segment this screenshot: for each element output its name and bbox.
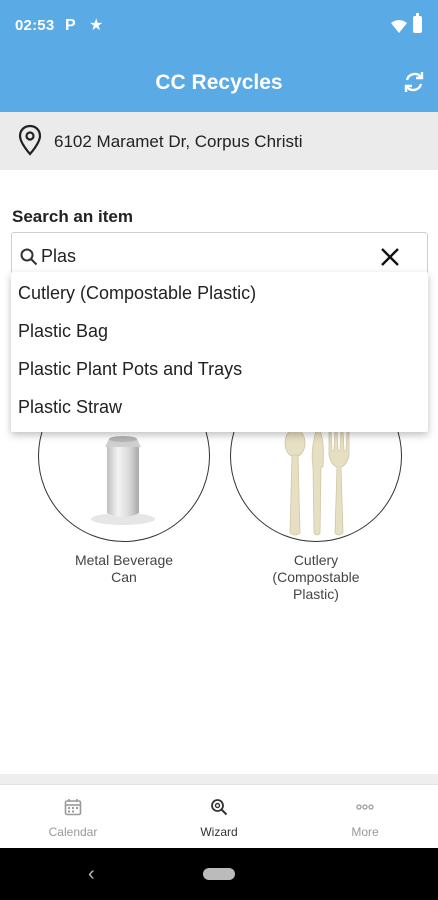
home-pill[interactable]: [203, 868, 235, 880]
item-label: Metal Beverage Can: [74, 552, 174, 585]
search-label: Search an item: [12, 207, 133, 226]
suggestions-dropdown: Cutlery (Compostable Plastic) Plastic Ba…: [11, 272, 428, 432]
map-pin-icon: [18, 124, 42, 156]
back-icon[interactable]: ‹: [88, 863, 95, 886]
search-input[interactable]: [41, 244, 371, 268]
battery-icon: [413, 13, 422, 33]
section-divider: [0, 774, 438, 784]
wizard-search-icon: [211, 799, 228, 816]
tab-label: Calendar: [48, 825, 98, 839]
status-time: 02:53: [15, 17, 55, 34]
system-navigation-bar: ‹: [0, 848, 438, 900]
suggestion-item[interactable]: Plastic Plant Pots and Trays: [11, 350, 428, 388]
bottom-navigation: Calendar Wizard More: [0, 784, 438, 848]
suggestion-item[interactable]: Cutlery (Compostable Plastic): [11, 274, 428, 312]
tab-label: Wizard: [200, 825, 238, 839]
item-label: Cutlery (Compostable Plastic): [272, 552, 360, 602]
wifi-icon: [391, 20, 407, 33]
tab-wizard[interactable]: Wizard: [146, 785, 292, 849]
status-bar: 02:53 P ★: [0, 0, 438, 52]
suggestion-item[interactable]: Plastic Bag: [11, 312, 428, 350]
close-icon[interactable]: [378, 245, 402, 269]
refresh-icon[interactable]: [400, 68, 428, 96]
app-title: CC Recycles: [155, 71, 283, 94]
suggestion-item[interactable]: Plastic Straw: [11, 388, 428, 426]
tab-calendar[interactable]: Calendar: [0, 785, 146, 849]
location-address: 6102 Maramet Dr, Corpus Christi: [54, 132, 303, 151]
app-bar: CC Recycles: [0, 52, 438, 112]
calendar-icon: [64, 799, 82, 816]
more-dots-icon: [356, 804, 374, 810]
star-notification-icon: ★: [89, 17, 104, 34]
location-bar[interactable]: 6102 Maramet Dr, Corpus Christi: [0, 112, 438, 170]
tab-more[interactable]: More: [292, 785, 438, 849]
tab-label: More: [351, 825, 379, 839]
parking-notification-icon: P: [65, 17, 76, 34]
search-icon: [20, 248, 38, 266]
